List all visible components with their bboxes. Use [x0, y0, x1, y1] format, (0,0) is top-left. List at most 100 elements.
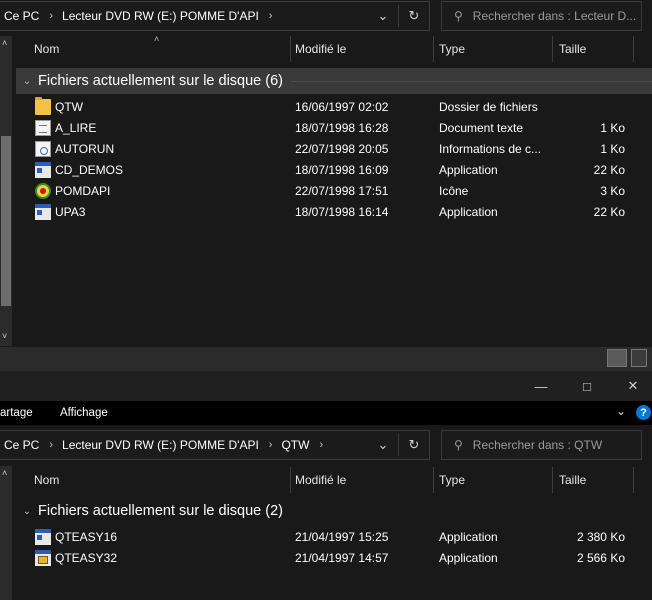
- column-header-name[interactable]: Nom: [34, 36, 59, 62]
- file-type: Informations de c...: [439, 141, 542, 156]
- tab-partage[interactable]: artage: [0, 407, 33, 419]
- column-header-size[interactable]: Taille: [559, 36, 586, 62]
- file-size: 22 Ko: [593, 204, 625, 219]
- breadcrumb: Ce PC › Lecteur DVD RW (E:) POMME D'API …: [0, 431, 368, 459]
- file-modified: 21/04/1997 15:25: [295, 529, 389, 544]
- column-separator[interactable]: [290, 467, 291, 493]
- setup-information-icon: [35, 140, 51, 157]
- sort-ascending-icon: ˄: [154, 34, 160, 44]
- breadcrumb-dvd-drive[interactable]: Lecteur DVD RW (E:) POMME D'API: [62, 438, 259, 452]
- group-header[interactable]: ⌄ Fichiers actuellement sur le disque (6…: [16, 68, 652, 94]
- group-title: Fichiers actuellement sur le disque (6): [38, 73, 283, 89]
- address-bar[interactable]: Ce PC › Lecteur DVD RW (E:) POMME D'API …: [0, 430, 430, 460]
- search-placeholder: Rechercher dans : QTW: [472, 438, 603, 452]
- application-icon: [35, 528, 51, 545]
- search-icon: ⚲: [454, 438, 463, 452]
- breadcrumb-qtw[interactable]: QTW: [281, 438, 309, 452]
- chevron-right-icon[interactable]: ›: [269, 439, 273, 451]
- list-item[interactable]: AUTORUN 22/07/1998 20:05 Informations de…: [32, 138, 642, 159]
- column-separator[interactable]: [633, 36, 634, 62]
- file-modified: 22/07/1998 20:05: [295, 141, 389, 156]
- minimize-icon[interactable]: —: [518, 371, 564, 401]
- folder-icon: [35, 96, 51, 115]
- refresh-icon[interactable]: ↻: [399, 431, 429, 459]
- column-separator[interactable]: [433, 36, 434, 62]
- large-icons-view-icon[interactable]: [631, 349, 647, 367]
- file-size: 1 Ko: [600, 120, 625, 135]
- file-name: POMDAPI: [55, 183, 111, 198]
- column-header-type[interactable]: Type: [439, 36, 465, 62]
- file-size: 3 Ko: [600, 183, 625, 198]
- chevron-down-icon[interactable]: ⌄: [368, 431, 398, 459]
- maximize-icon[interactable]: □: [564, 371, 610, 401]
- file-type: Icône: [439, 183, 469, 198]
- column-header-modified[interactable]: Modifié le: [295, 36, 346, 62]
- breadcrumb: Ce PC › Lecteur DVD RW (E:) POMME D'API …: [0, 2, 368, 30]
- file-name: CD_DEMOS: [55, 162, 124, 177]
- column-header-type[interactable]: Type: [439, 467, 465, 493]
- list-item[interactable]: CD_DEMOS 18/07/1998 16:09 Application 22…: [32, 159, 642, 180]
- search-input[interactable]: ⚲ Rechercher dans : QTW: [441, 430, 642, 460]
- navigation-pane-scrollbar[interactable]: [0, 466, 12, 600]
- column-header-size[interactable]: Taille: [559, 467, 586, 493]
- view-switcher: [607, 349, 647, 367]
- application-icon: [35, 549, 51, 566]
- refresh-icon[interactable]: ↻: [399, 2, 429, 30]
- scroll-down-arrow-icon[interactable]: ˅: [2, 331, 7, 341]
- scroll-up-arrow-icon[interactable]: ˄: [2, 468, 7, 478]
- list-item[interactable]: POMDAPI 22/07/1998 17:51 Icône 3 Ko: [32, 180, 642, 201]
- file-modified: 21/04/1997 14:57: [295, 550, 389, 565]
- chevron-right-icon[interactable]: ›: [49, 439, 53, 451]
- chevron-right-icon[interactable]: ›: [49, 10, 53, 22]
- ribbon-tabs: artage Affichage ⌄ ?: [0, 401, 652, 425]
- collapse-chevron-icon[interactable]: ⌄: [16, 76, 38, 87]
- tab-affichage[interactable]: Affichage: [60, 407, 108, 419]
- help-icon[interactable]: ?: [636, 405, 651, 420]
- file-type: Application: [439, 529, 498, 544]
- column-separator[interactable]: [552, 467, 553, 493]
- chevron-right-icon[interactable]: ›: [319, 439, 323, 451]
- status-bar: [0, 347, 652, 371]
- file-name: UPA3: [55, 204, 86, 219]
- search-input[interactable]: ⚲ Rechercher dans : Lecteur D...: [441, 1, 642, 31]
- group-title: Fichiers actuellement sur le disque (2): [38, 503, 283, 519]
- breadcrumb-dvd-drive[interactable]: Lecteur DVD RW (E:) POMME D'API: [62, 9, 259, 23]
- address-bar[interactable]: Ce PC › Lecteur DVD RW (E:) POMME D'API …: [0, 1, 430, 31]
- file-size: 1 Ko: [600, 141, 625, 156]
- list-item[interactable]: A_LIRE 18/07/1998 16:28 Document texte 1…: [32, 117, 642, 138]
- file-modified: 22/07/1998 17:51: [295, 183, 389, 198]
- collapse-chevron-icon[interactable]: ⌄: [16, 506, 38, 517]
- title-bar[interactable]: — □ ✕: [0, 371, 652, 401]
- scrollbar-thumb[interactable]: [1, 136, 11, 306]
- column-header-modified[interactable]: Modifié le: [295, 467, 346, 493]
- file-size: 2 566 Ko: [576, 550, 625, 565]
- column-header-name[interactable]: Nom: [34, 467, 59, 493]
- text-document-icon: [35, 119, 51, 136]
- file-modified: 18/07/1998 16:28: [295, 120, 389, 135]
- column-separator[interactable]: [433, 467, 434, 493]
- column-separator[interactable]: [633, 467, 634, 493]
- scroll-up-arrow-icon[interactable]: ˄: [2, 38, 7, 48]
- file-type: Dossier de fichiers: [439, 99, 538, 114]
- breadcrumb-this-pc[interactable]: Ce PC: [4, 438, 39, 452]
- file-modified: 16/06/1997 02:02: [295, 99, 389, 114]
- details-view-icon[interactable]: [607, 349, 627, 367]
- file-name: QTEASY32: [55, 550, 118, 565]
- file-type: Application: [439, 162, 498, 177]
- list-item[interactable]: QTW 16/06/1997 02:02 Dossier de fichiers: [32, 96, 642, 117]
- chevron-right-icon[interactable]: ›: [269, 10, 273, 22]
- chevron-down-icon[interactable]: ⌄: [368, 2, 398, 30]
- list-item[interactable]: QTEASY32 21/04/1997 14:57 Application 2 …: [32, 547, 642, 568]
- application-icon: [35, 203, 51, 220]
- group-header[interactable]: ⌄ Fichiers actuellement sur le disque (2…: [16, 498, 316, 524]
- navigation-pane-scrollbar[interactable]: [0, 36, 12, 346]
- list-item[interactable]: UPA3 18/07/1998 16:14 Application 22 Ko: [32, 201, 642, 222]
- close-icon[interactable]: ✕: [610, 371, 652, 401]
- chevron-down-icon[interactable]: ⌄: [616, 404, 626, 418]
- file-name: A_LIRE: [55, 120, 97, 135]
- breadcrumb-this-pc[interactable]: Ce PC: [4, 9, 39, 23]
- list-item[interactable]: QTEASY16 21/04/1997 15:25 Application 2 …: [32, 526, 642, 547]
- column-separator[interactable]: [290, 36, 291, 62]
- file-name: QTW: [55, 99, 83, 114]
- column-separator[interactable]: [552, 36, 553, 62]
